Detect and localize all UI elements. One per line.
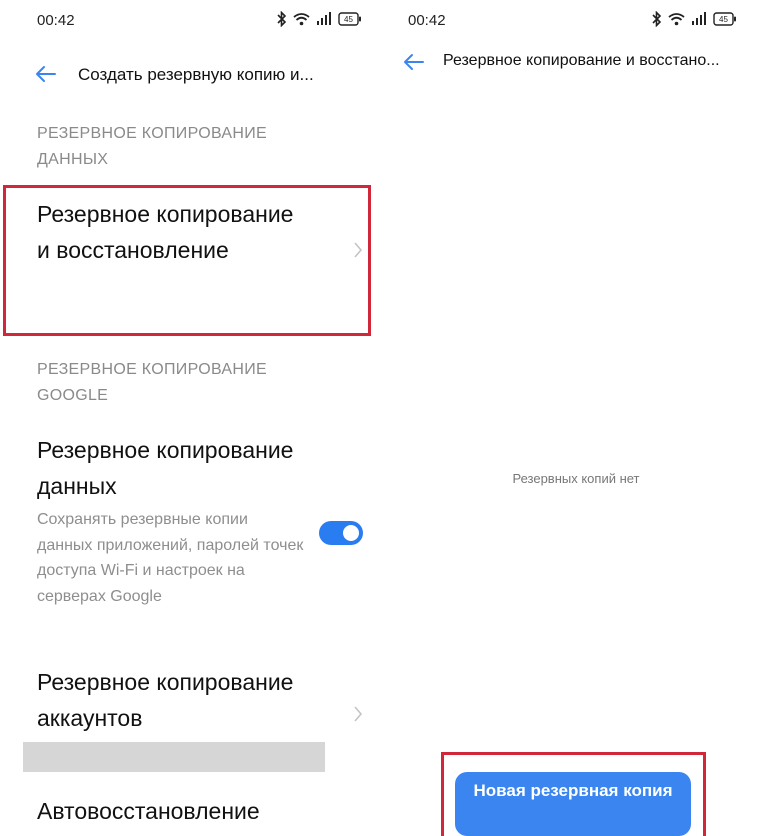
bluetooth-icon xyxy=(652,11,662,27)
wifi-icon xyxy=(668,13,685,26)
back-arrow-icon[interactable] xyxy=(401,50,429,74)
status-time: 00:42 xyxy=(37,12,75,29)
signal-icon xyxy=(317,12,331,25)
highlight-frame xyxy=(441,752,706,836)
title-bar: Создать резервную копию и... xyxy=(0,50,384,100)
left-screen: 00:42 45 Создать резервную копию и... РЕ… xyxy=(0,0,384,836)
highlight-frame xyxy=(3,185,371,336)
empty-state-text: Резервных копий нет xyxy=(512,471,640,486)
signal-icon xyxy=(692,12,706,25)
section-header-google-backup: РЕЗЕРВНОЕ КОПИРОВАНИЕ GOOGLE xyxy=(37,361,267,404)
page-title: Создать резервную копию и... xyxy=(78,65,314,84)
data-backup-toggle[interactable] xyxy=(319,521,363,545)
account-backup-title: Резервное копирование аккаунтов xyxy=(37,669,294,731)
bluetooth-icon xyxy=(277,11,287,27)
svg-text:45: 45 xyxy=(719,15,728,24)
section-header-data-backup: РЕЗЕРВНОЕ КОПИРОВАНИЕ ДАННЫХ xyxy=(37,125,267,168)
status-time: 00:42 xyxy=(408,12,446,29)
svg-text:45: 45 xyxy=(344,15,353,24)
data-backup-title: Резервное копирование данных xyxy=(37,437,294,499)
title-bar: Резервное копирование и восстано... xyxy=(384,50,768,100)
status-bar: 00:42 45 xyxy=(384,10,768,32)
chevron-right-icon xyxy=(354,706,363,722)
toggle-knob xyxy=(343,525,359,541)
back-arrow-icon[interactable] xyxy=(33,62,61,86)
section-divider xyxy=(23,742,325,772)
right-screen: 00:42 45 Резервное копирование и восстан… xyxy=(384,0,768,836)
battery-icon: 45 xyxy=(713,12,736,26)
data-backup-description: Сохранять резервные копии данных приложе… xyxy=(37,511,304,605)
page-title: Резервное копирование и восстано... xyxy=(443,52,720,69)
wifi-icon xyxy=(293,13,310,26)
status-bar: 00:42 45 xyxy=(0,10,384,32)
auto-restore-title: Автовосстановление xyxy=(37,798,260,824)
battery-icon: 45 xyxy=(338,12,361,26)
